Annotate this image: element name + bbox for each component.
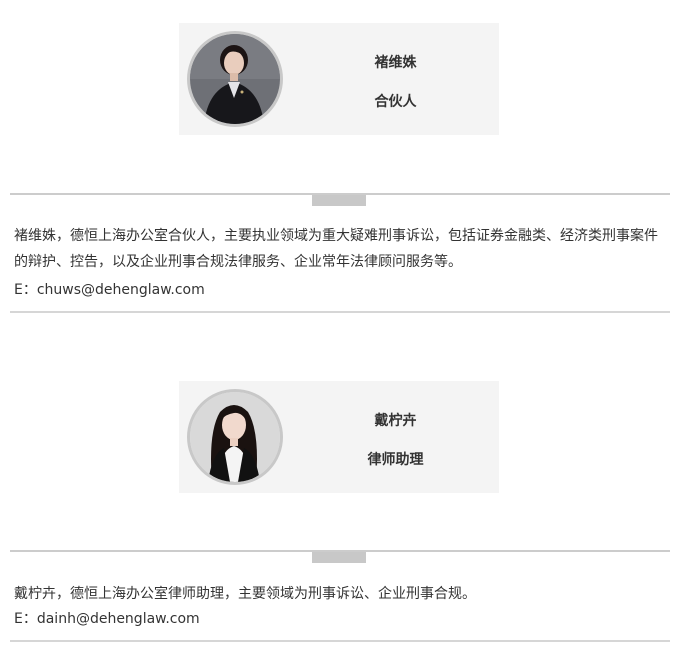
section-bottom-line	[10, 640, 670, 642]
bio-text: 褚维姝，德恒上海办公室合伙人，主要执业领域为重大疑难刑事诉讼，包括证券金融类、经…	[14, 228, 658, 270]
divider-tab	[312, 195, 366, 206]
portrait-image	[190, 392, 280, 482]
avatar	[187, 389, 283, 485]
person-title: 合伙人	[374, 94, 417, 110]
email-text: E：chuws@dehenglaw.com	[14, 282, 205, 298]
divider-tab	[312, 552, 366, 563]
section-bottom-line	[10, 311, 670, 313]
avatar	[187, 31, 283, 127]
person-name: 褚维姝	[374, 55, 417, 71]
bio-text: 戴柠卉，德恒上海办公室律师助理，主要领域为刑事诉讼、企业刑事合规。	[14, 586, 476, 602]
portrait-image	[190, 34, 280, 124]
person-title: 律师助理	[367, 452, 424, 468]
email-text: E：dainh@dehenglaw.com	[14, 611, 200, 627]
profile-card-2: 戴柠卉 律师助理	[179, 381, 499, 493]
profile-card-1: 褚维姝 合伙人	[179, 23, 499, 135]
person-name: 戴柠卉	[374, 413, 417, 429]
